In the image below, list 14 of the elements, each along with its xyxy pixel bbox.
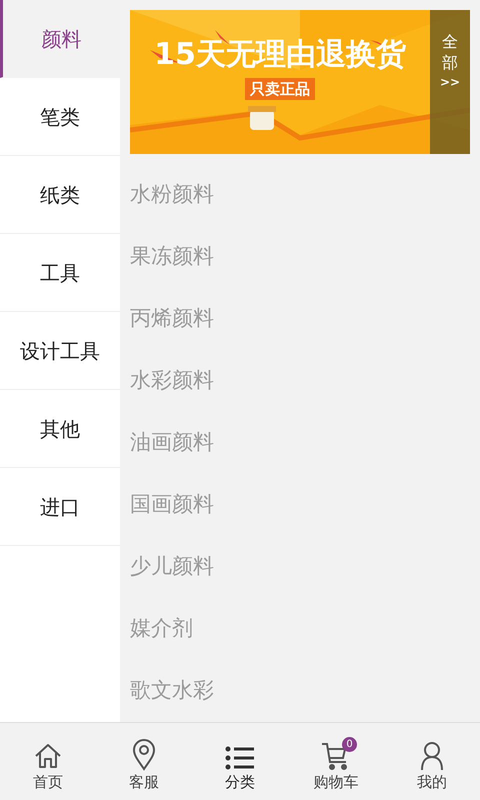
nav-tab[interactable]: 客服	[96, 723, 192, 800]
cart-count-badge: 0	[342, 737, 357, 752]
home-icon	[33, 741, 63, 771]
banner-badge: 只卖正品	[245, 78, 315, 100]
nav-tab[interactable]: 我的	[384, 723, 480, 800]
nav-tab[interactable]: 首页	[0, 723, 96, 800]
list-icon	[225, 745, 255, 771]
category-tab[interactable]: 颜料	[0, 0, 120, 78]
banner-headline: 15天无理由退换货	[154, 40, 406, 70]
all-categories-button[interactable]: 全部 >>	[430, 10, 470, 154]
location-pin-icon	[132, 739, 156, 771]
user-icon	[420, 741, 444, 771]
nav-tab[interactable]: 分类	[192, 723, 288, 800]
nav-tab[interactable]: 0 购物车	[288, 723, 384, 800]
